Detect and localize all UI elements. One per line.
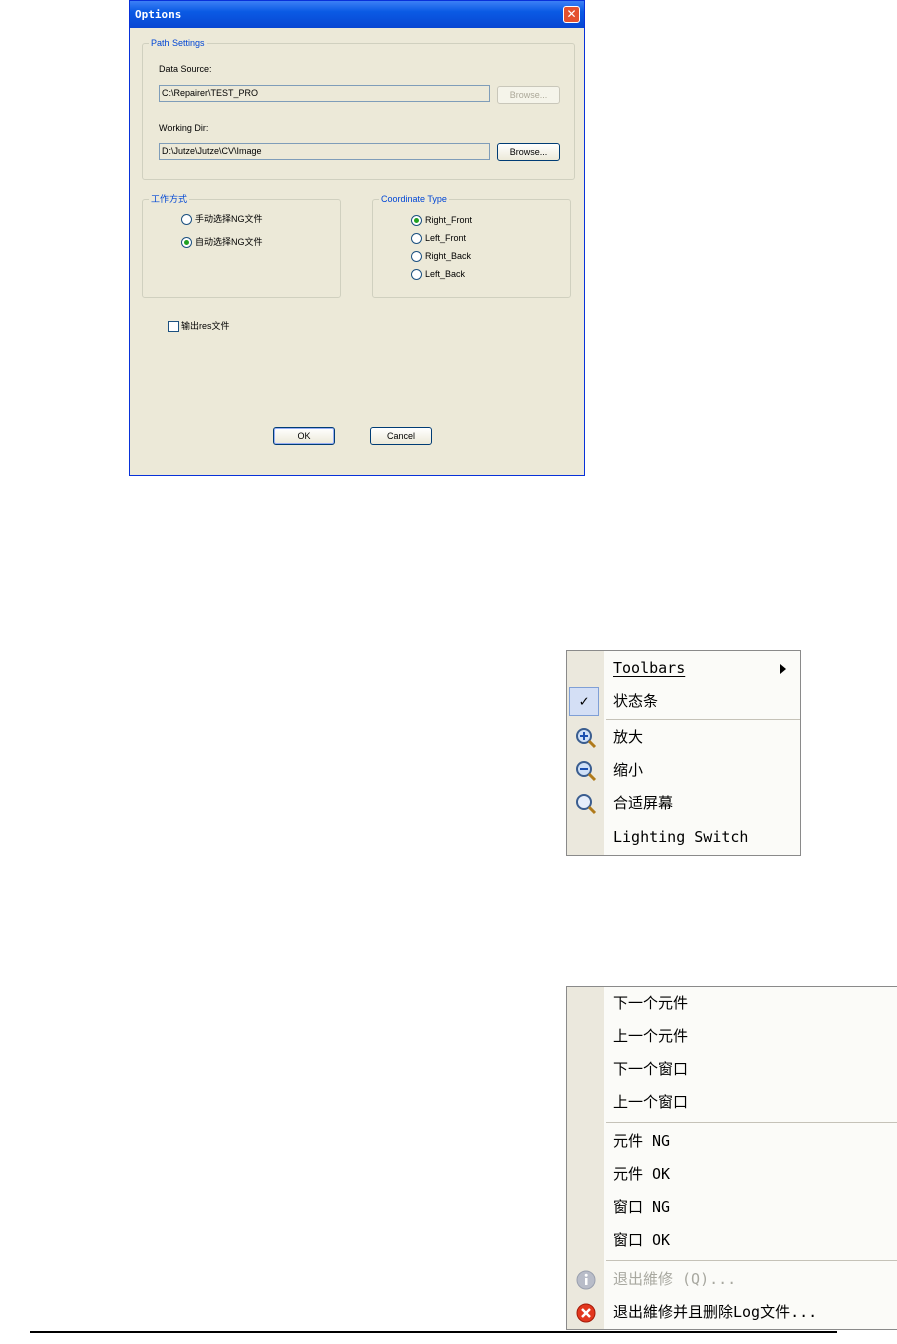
radio-label: Right_Front [425, 215, 473, 225]
check-icon: ✓ [569, 687, 599, 716]
menu-item-label: 退出維修 (Q)... [613, 1270, 737, 1288]
output-res-label: 输出res文件 [181, 321, 230, 331]
zoom-in-icon [576, 728, 597, 749]
menu-item-label: 元件 OK [613, 1165, 671, 1183]
radio-label: 手动选择NG文件 [195, 214, 263, 224]
radio-right-front[interactable]: Right_Front [411, 214, 473, 227]
ok-button[interactable]: OK [273, 427, 335, 445]
radio-button[interactable] [411, 215, 422, 227]
menu-item-prev-component[interactable]: 上一个元件 [567, 1020, 897, 1053]
menu-separator [606, 1260, 897, 1261]
radio-left-front[interactable]: Left_Front [411, 232, 467, 245]
coordinate-type-group: Coordinate Type Right_Front Left_Front R… [372, 193, 571, 298]
output-res-checkbox[interactable] [168, 321, 179, 333]
zoom-fit-icon [576, 794, 597, 815]
radio-button[interactable] [181, 214, 192, 226]
working-dir-label: Working Dir: [159, 123, 209, 133]
menu-item-prev-window[interactable]: 上一个窗口 [567, 1086, 897, 1119]
menu-item-exit-repair[interactable]: 退出維修 (Q)... [567, 1263, 897, 1296]
navigation-context-menu: 下一个元件 上一个元件 下一个窗口 上一个窗口 元件 NG 元件 OK 窗口 N… [566, 986, 897, 1330]
close-red-icon [576, 1303, 596, 1323]
radio-left-back[interactable]: Left_Back [411, 268, 466, 281]
path-settings-title: Path Settings [149, 37, 207, 49]
data-source-browse-button[interactable]: Browse... [497, 86, 560, 104]
menu-item-zoom-in[interactable]: 放大 [567, 721, 800, 754]
menu-separator [606, 719, 800, 720]
menu-item-lighting-switch[interactable]: Lighting Switch [567, 821, 800, 854]
menu-item-next-component[interactable]: 下一个元件 [567, 987, 897, 1020]
menu-item-label: 上一个元件 [613, 1027, 689, 1045]
working-dir-browse-button[interactable]: Browse... [497, 143, 560, 161]
view-context-menu: Toolbars ✓ 状态条 放大 缩小 合适屏幕 Lighting Switc… [566, 650, 801, 856]
menu-item-label: 下一个窗口 [613, 1060, 689, 1078]
path-settings-group: Path Settings Data Source: C:\Repairer\T… [142, 37, 575, 180]
close-icon: ✕ [566, 7, 577, 21]
output-res-checkbox-row[interactable]: 输出res文件 [168, 320, 230, 333]
menu-item-label: 退出維修并且删除Log文件... [613, 1303, 818, 1321]
menu-item-label: 上一个窗口 [613, 1093, 689, 1111]
zoom-out-icon [576, 761, 597, 782]
menu-item-label: 放大 [613, 728, 644, 746]
menu-item-label: Toolbars [613, 659, 686, 677]
working-dir-field[interactable]: D:\Jutze\Jutze\CV\Image [159, 143, 490, 160]
menu-item-window-ok[interactable]: 窗口 OK [567, 1224, 897, 1257]
menu-item-zoom-out[interactable]: 缩小 [567, 754, 800, 787]
dialog-title: Options [135, 8, 182, 21]
radio-manual-ng[interactable]: 手动选择NG文件 [181, 213, 263, 226]
radio-label: 自动选择NG文件 [195, 237, 263, 247]
radio-button[interactable] [411, 269, 422, 281]
radio-auto-ng[interactable]: 自动选择NG文件 [181, 236, 263, 249]
menu-item-label: 窗口 OK [613, 1231, 671, 1249]
radio-label: Left_Front [425, 233, 467, 243]
radio-label: Left_Back [425, 269, 466, 279]
menu-item-component-ng[interactable]: 元件 NG [567, 1125, 897, 1158]
menu-item-next-window[interactable]: 下一个窗口 [567, 1053, 897, 1086]
radio-button[interactable] [181, 237, 192, 249]
coordinate-type-title: Coordinate Type [379, 193, 449, 205]
menu-item-label: 元件 NG [613, 1132, 671, 1150]
data-source-field[interactable]: C:\Repairer\TEST_PRO [159, 85, 490, 102]
menu-item-label: 状态条 [613, 692, 659, 710]
menu-item-label: 窗口 NG [613, 1198, 671, 1216]
menu-item-fit-screen[interactable]: 合适屏幕 [567, 787, 800, 820]
close-button[interactable]: ✕ [563, 6, 580, 23]
options-dialog: Options ✕ Path Settings Data Source: C:\… [129, 0, 585, 476]
cancel-button[interactable]: Cancel [370, 427, 432, 445]
menu-item-label: 下一个元件 [613, 994, 689, 1012]
dialog-titlebar[interactable]: Options ✕ [130, 1, 584, 28]
menu-item-component-ok[interactable]: 元件 OK [567, 1158, 897, 1191]
menu-item-exit-repair-delete-log[interactable]: 退出維修并且删除Log文件... [567, 1296, 897, 1329]
menu-item-status-bar[interactable]: ✓ 状态条 [567, 685, 800, 718]
menu-item-toolbars[interactable]: Toolbars [567, 652, 800, 685]
submenu-arrow-icon [780, 664, 786, 674]
radio-button[interactable] [411, 233, 422, 245]
info-icon [576, 1270, 596, 1290]
menu-item-label: 合适屏幕 [613, 794, 674, 812]
radio-right-back[interactable]: Right_Back [411, 250, 472, 263]
radio-label: Right_Back [425, 251, 472, 261]
menu-separator [606, 1122, 897, 1123]
menu-item-label: Lighting Switch [613, 828, 749, 846]
data-source-label: Data Source: [159, 64, 212, 74]
menu-item-window-ng[interactable]: 窗口 NG [567, 1191, 897, 1224]
work-mode-group: 工作方式 手动选择NG文件 自动选择NG文件 [142, 193, 341, 298]
radio-button[interactable] [411, 251, 422, 263]
menu-item-label: 缩小 [613, 761, 644, 779]
work-mode-title: 工作方式 [149, 193, 190, 205]
page-rule [30, 1331, 837, 1333]
